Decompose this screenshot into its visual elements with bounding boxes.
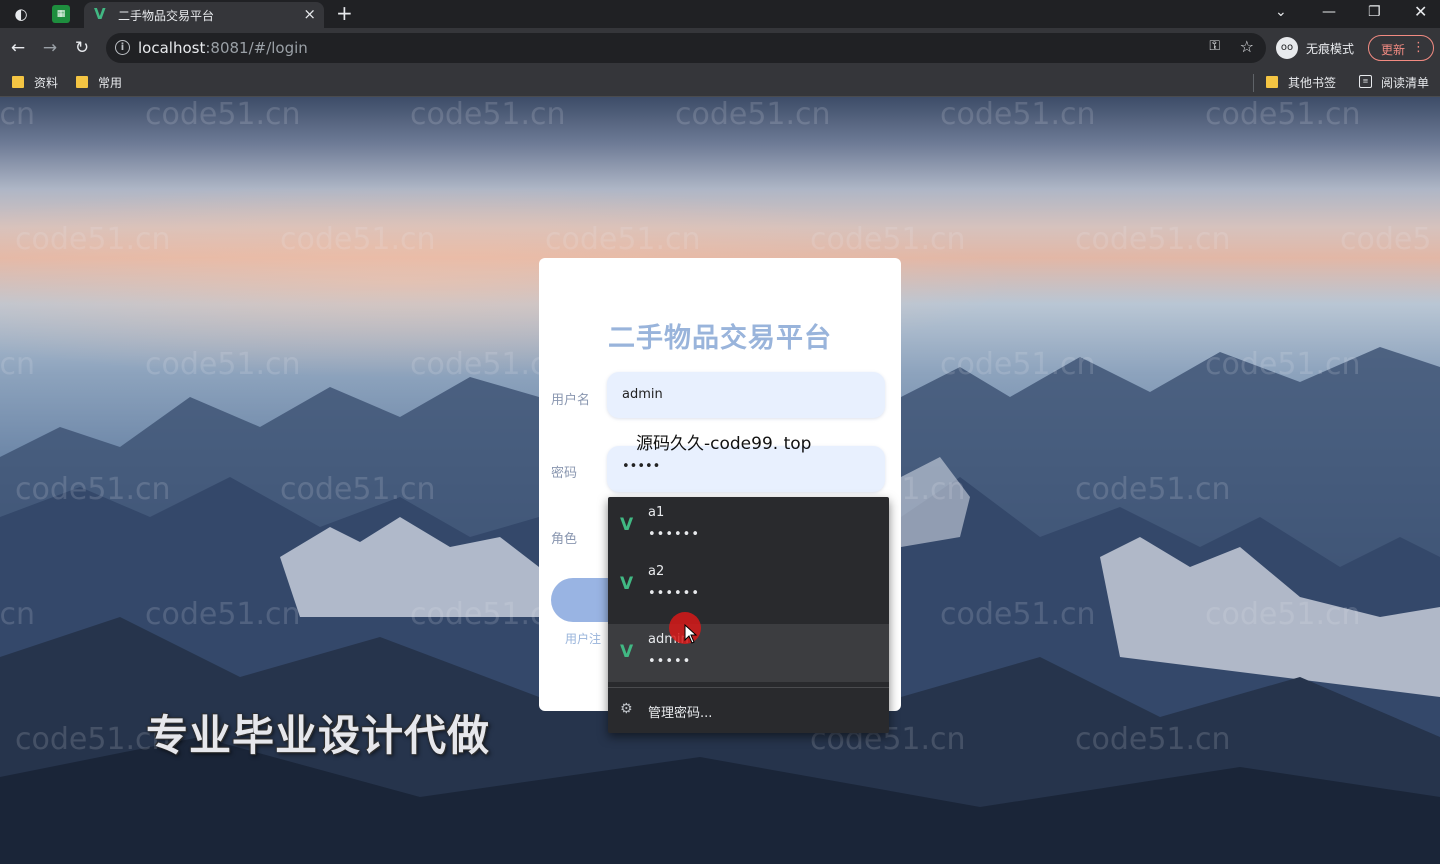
browser-toolbar: ← → ↻ i localhost:8081/#/login ⚿ ☆ oo 无痕…	[0, 28, 1440, 68]
autofill-password: •••••	[648, 654, 692, 669]
watermark: code51.cn	[145, 97, 301, 132]
address-bar[interactable]: i localhost:8081/#/login ⚿ ☆	[106, 33, 1266, 63]
bookmark-label: 常用	[98, 76, 123, 90]
autofill-username: a2	[648, 564, 665, 579]
role-label: 角色	[551, 532, 578, 547]
minimize-icon[interactable]: —	[1322, 2, 1336, 22]
tab-search-icon[interactable]: ⌄	[1275, 2, 1287, 22]
watermark: code51.cn	[1075, 222, 1231, 257]
update-label: 更新	[1381, 43, 1406, 57]
watermark: code51.cn	[940, 597, 1096, 632]
autofill-password: ••••••	[648, 586, 701, 601]
register-link[interactable]: 用户注	[565, 630, 601, 647]
watermark: code51.cn	[940, 347, 1096, 382]
vue-icon: V	[620, 642, 634, 662]
autofill-password: ••••••	[648, 527, 701, 542]
watermark: code51.cn	[1075, 722, 1231, 757]
source-overlay-text: 源码久久-code99. top	[636, 434, 812, 454]
watermark: code51.cn	[675, 97, 831, 132]
bookmarks-bar: 资料 常用 其他书签 ≡ 阅读清单	[0, 68, 1440, 97]
more-menu-icon: ⋮	[1412, 40, 1425, 55]
watermark: code51.cn	[810, 222, 966, 257]
autofill-item[interactable]: V a2 ••••••	[608, 556, 889, 614]
watermark: code51.cn	[280, 222, 436, 257]
reading-list-icon: ≡	[1359, 75, 1372, 88]
autofill-item[interactable]: V a1 ••••••	[608, 497, 889, 555]
folder-icon	[76, 76, 88, 88]
key-icon[interactable]: ⚿	[1209, 38, 1220, 54]
bookmark-label: 阅读清单	[1381, 76, 1430, 90]
autofill-divider	[608, 687, 889, 688]
tab-title: 二手物品交易平台	[118, 9, 215, 23]
watermark: code51.cn	[1205, 347, 1361, 382]
vue-icon: V	[620, 574, 634, 594]
watermark: .cn	[0, 97, 36, 132]
folder-icon	[1266, 76, 1278, 88]
star-icon[interactable]: ☆	[1240, 37, 1254, 56]
incognito-label: 无痕模式	[1306, 42, 1355, 56]
info-icon[interactable]: i	[115, 40, 130, 55]
folder-icon	[12, 76, 24, 88]
username-input[interactable]: admin	[607, 372, 885, 418]
active-tab[interactable]: V 二手物品交易平台 ×	[84, 2, 324, 28]
restore-icon[interactable]: ❐	[1368, 2, 1381, 22]
bookmark-separator	[1253, 74, 1254, 92]
watermark: code51.cn	[15, 472, 171, 507]
password-value: •••••	[622, 459, 661, 474]
watermark: code51.cn	[1205, 97, 1361, 132]
manage-passwords-label: 管理密码...	[648, 706, 713, 721]
autofill-item[interactable]: V admin •••••	[608, 624, 889, 682]
sheets-tab-icon[interactable]: ▦	[52, 5, 70, 23]
login-title: 二手物品交易平台	[608, 323, 832, 354]
url-text[interactable]: localhost:8081/#/login	[138, 39, 308, 57]
watermark: .cn	[0, 597, 36, 632]
watermark: code51.cn	[1075, 472, 1231, 507]
globe-icon[interactable]: ◐	[10, 4, 32, 24]
watermark: code51.cn	[410, 97, 566, 132]
manage-passwords-item[interactable]: ⚙ 管理密码...	[608, 693, 889, 729]
watermark: .cn	[0, 347, 36, 382]
page-viewport: .cn code51.cn code51.cn code51.cn code51…	[0, 97, 1440, 864]
update-button[interactable]: 更新 ⋮	[1368, 35, 1434, 61]
password-label: 密码	[551, 466, 578, 481]
watermark: code51.cn	[145, 347, 301, 382]
new-tab-button[interactable]: +	[336, 1, 353, 25]
mouse-cursor-icon	[684, 624, 698, 644]
bookmark-label: 其他书签	[1288, 76, 1337, 90]
autofill-username: a1	[648, 505, 665, 520]
username-label: 用户名	[551, 393, 591, 408]
username-value: admin	[622, 387, 663, 402]
watermark: code51.cn	[145, 597, 301, 632]
watermark: code51.cn	[15, 222, 171, 257]
watermark: code51.cn	[545, 222, 701, 257]
watermark: code5	[1340, 222, 1432, 257]
watermark: code51.cn	[280, 472, 436, 507]
password-autofill-dropdown: V a1 •••••• V a2 •••••• V admin ••••• ⚙ …	[608, 497, 889, 733]
incognito-icon: oo	[1276, 37, 1298, 59]
watermark: code51.cn	[940, 97, 1096, 132]
forward-arrow-icon[interactable]: →	[39, 37, 61, 59]
watermark: code51.cn	[1205, 597, 1361, 632]
promo-overlay-text: 专业毕业设计代做	[146, 711, 491, 760]
close-window-icon[interactable]: ✕	[1414, 2, 1427, 22]
gear-icon: ⚙	[620, 701, 633, 717]
reload-icon[interactable]: ↻	[71, 37, 93, 59]
bookmark-label: 资料	[34, 76, 59, 90]
back-arrow-icon[interactable]: ←	[7, 37, 29, 59]
close-tab-icon[interactable]: ×	[303, 5, 316, 23]
vue-icon: V	[94, 5, 106, 23]
tab-strip: ◐ ▦ V 二手物品交易平台 × + ⌄ — ❐ ✕	[0, 0, 1440, 28]
vue-icon: V	[620, 515, 634, 535]
